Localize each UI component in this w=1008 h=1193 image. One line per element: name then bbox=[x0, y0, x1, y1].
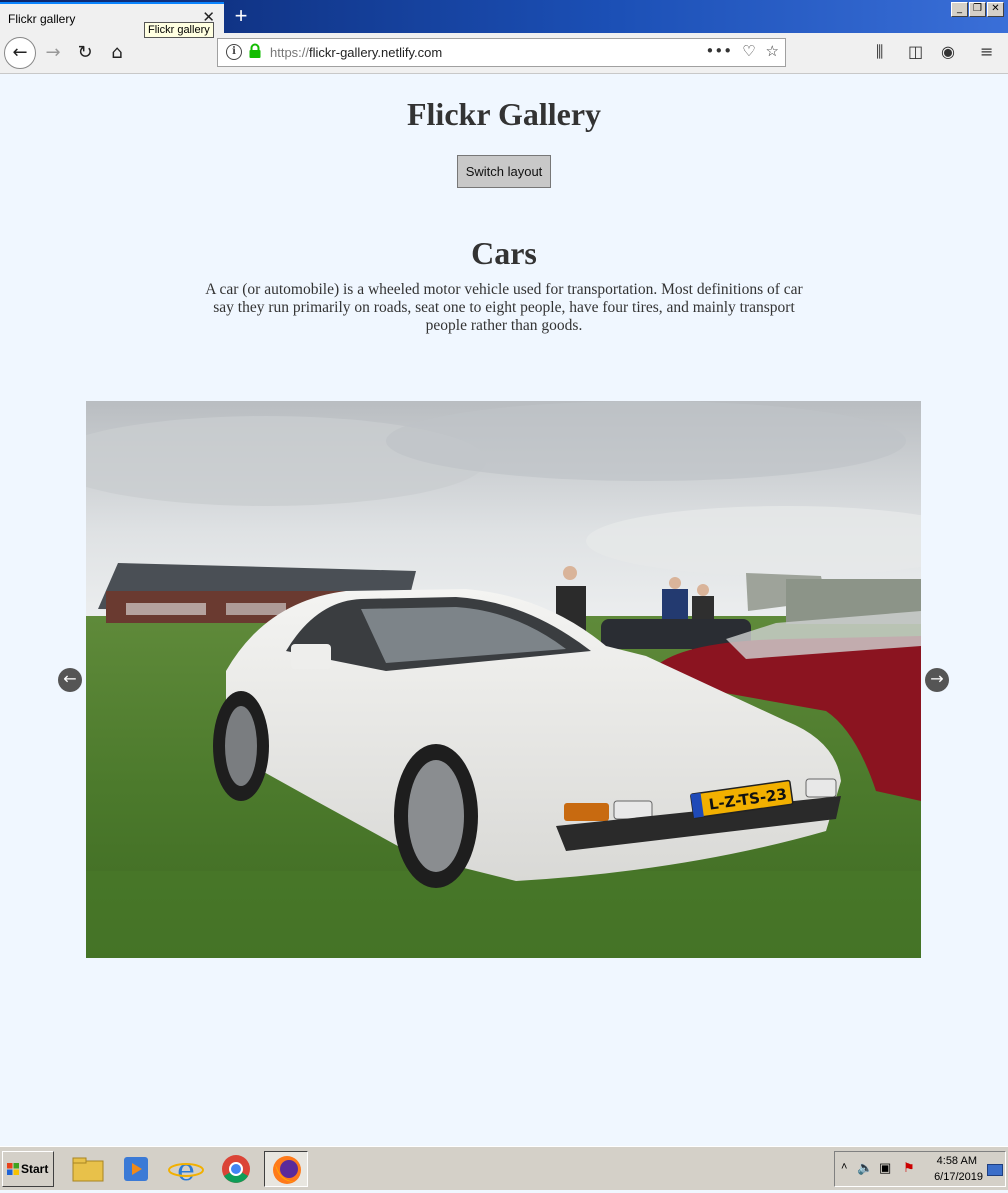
sidebar-icon[interactable]: ◫ bbox=[908, 42, 923, 61]
volume-icon[interactable]: 🔈 bbox=[857, 1160, 873, 1176]
new-tab-icon[interactable]: + bbox=[228, 3, 254, 29]
media-player-icon[interactable] bbox=[114, 1151, 158, 1187]
close-window-icon[interactable]: ✕ bbox=[987, 2, 1004, 17]
previous-arrow-button[interactable]: ← bbox=[58, 668, 82, 692]
show-desktop-icon[interactable] bbox=[987, 1164, 1003, 1176]
firefox-icon[interactable] bbox=[264, 1151, 308, 1187]
pocket-icon[interactable]: ♡ bbox=[742, 42, 755, 60]
forward-icon[interactable]: → bbox=[38, 38, 68, 68]
windows-logo-icon bbox=[7, 1163, 19, 1175]
internet-explorer-icon[interactable]: e bbox=[164, 1151, 208, 1188]
account-icon[interactable]: ◉ bbox=[941, 42, 955, 61]
system-tray: ˄ 🔈 ▣ ⚑ 4:58 AM 6/17/2019 bbox=[834, 1151, 1006, 1187]
network-icon[interactable]: ▣ bbox=[879, 1160, 891, 1176]
home-icon[interactable]: ⌂ bbox=[102, 38, 132, 68]
car-photo-illustration: L-Z-TS-23 bbox=[86, 401, 921, 958]
clock-time[interactable]: 4:58 AM bbox=[937, 1155, 977, 1167]
svg-text:e: e bbox=[177, 1153, 195, 1187]
menu-icon[interactable]: ≡ bbox=[980, 42, 993, 61]
restore-icon[interactable]: ❐ bbox=[969, 2, 986, 17]
tab-title: Flickr gallery bbox=[8, 12, 76, 26]
chrome-icon[interactable] bbox=[214, 1151, 258, 1187]
star-icon[interactable]: ☆ bbox=[766, 42, 779, 60]
url-actions: ••• ♡ ☆ bbox=[706, 42, 779, 60]
clock-date[interactable]: 6/17/2019 bbox=[934, 1171, 983, 1183]
next-arrow-button[interactable]: → bbox=[925, 668, 949, 692]
gallery-photo: L-Z-TS-23 bbox=[86, 401, 921, 958]
back-icon[interactable]: ← bbox=[4, 37, 36, 69]
minimize-icon[interactable]: _ bbox=[951, 2, 968, 17]
url-scheme: https:// bbox=[270, 45, 310, 60]
window-controls: _ ❐ ✕ bbox=[951, 2, 1004, 17]
section-description: A car (or automobile) is a wheeled motor… bbox=[205, 281, 803, 334]
more-icon[interactable]: ••• bbox=[706, 42, 733, 60]
navigation-toolbar: ← → ↻ ⌂ i https://flickr-gallery.netlify… bbox=[0, 33, 1008, 74]
info-icon[interactable]: i bbox=[226, 44, 242, 60]
library-icon[interactable]: ⫼ bbox=[876, 42, 883, 62]
section-title: Cars bbox=[471, 235, 537, 271]
start-label: Start bbox=[21, 1162, 49, 1176]
taskbar: Start e ˄ 🔈 ▣ ⚑ 4:58 AM 6/17/2019 bbox=[0, 1146, 1008, 1190]
action-center-icon[interactable]: ⚑ bbox=[903, 1160, 915, 1176]
url-text[interactable]: https://flickr-gallery.netlify.com bbox=[270, 45, 442, 60]
tab-tooltip: Flickr gallery bbox=[144, 22, 214, 38]
url-host: flickr-gallery.netlify.com bbox=[309, 45, 443, 60]
file-explorer-icon[interactable] bbox=[66, 1151, 110, 1187]
url-bar[interactable]: i https://flickr-gallery.netlify.com •••… bbox=[217, 38, 786, 67]
switch-layout-button[interactable]: Switch layout bbox=[457, 155, 551, 188]
page-title: Flickr Gallery bbox=[406, 96, 602, 132]
lock-icon[interactable] bbox=[248, 43, 262, 59]
reload-icon[interactable]: ↻ bbox=[70, 38, 100, 68]
start-button[interactable]: Start bbox=[2, 1151, 54, 1187]
show-hidden-icons-icon[interactable]: ˄ bbox=[841, 1161, 847, 1173]
